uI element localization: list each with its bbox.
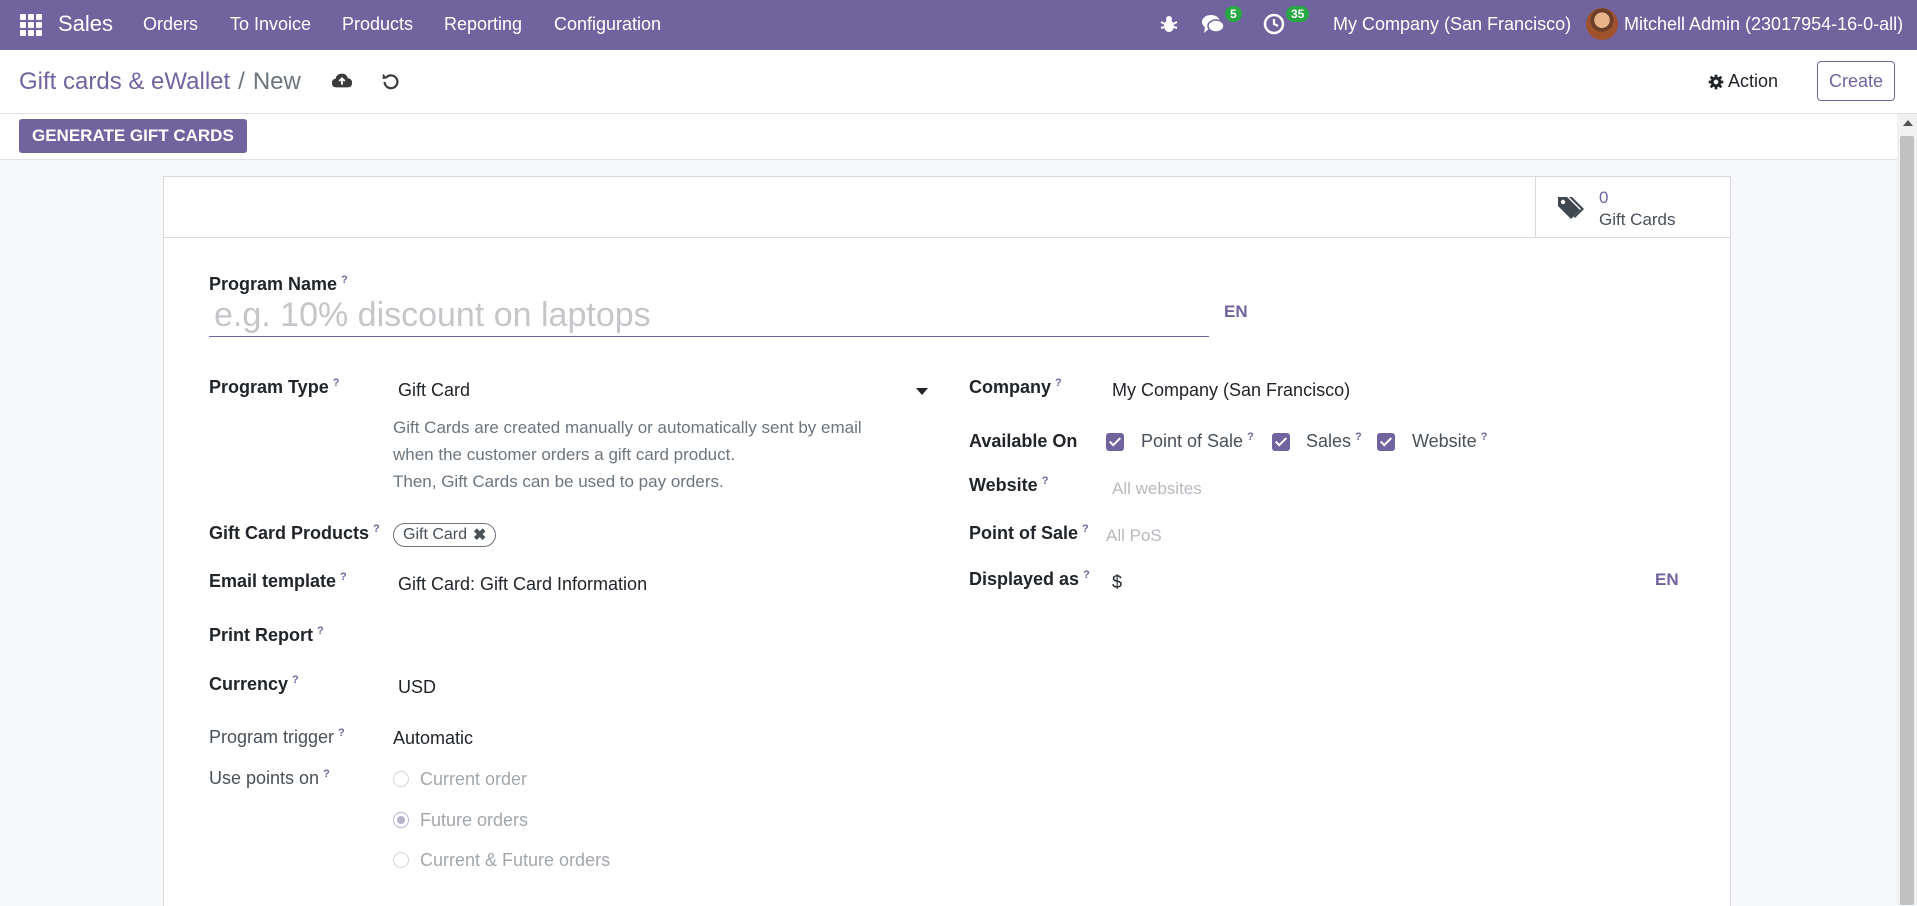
currency-label: Currency?	[209, 674, 299, 694]
currency-field[interactable]: USD	[398, 677, 436, 698]
gear-icon	[1708, 74, 1724, 89]
print-report-label: Print Report?	[209, 625, 324, 645]
remove-tag-icon[interactable]: ✖	[473, 525, 486, 545]
control-panel: Gift cards & eWallet / New Action Create	[0, 50, 1917, 114]
program-trigger-value: Automatic	[393, 728, 474, 748]
website-field[interactable]: All websites	[1112, 479, 1202, 499]
save-cloud-icon[interactable]	[331, 70, 353, 92]
available-on-website-label: Website?	[1412, 431, 1488, 451]
breadcrumb-current: New	[252, 68, 301, 95]
program-type-label: Program Type?	[209, 377, 340, 397]
scroll-thumb[interactable]	[1900, 136, 1914, 905]
program-name-lang-button[interactable]: EN	[1224, 302, 1248, 322]
action-menu-button[interactable]: Action	[1708, 71, 1778, 92]
vertical-scrollbar[interactable]	[1897, 114, 1917, 905]
menu-orders[interactable]: Orders	[143, 14, 198, 35]
breadcrumb-parent[interactable]: Gift cards & eWallet	[19, 68, 230, 95]
available-on-sales-label: Sales?	[1306, 431, 1362, 451]
displayed-as-field[interactable]: $	[1112, 572, 1122, 593]
program-name-label: Program Name?	[209, 274, 348, 294]
program-name-input[interactable]	[209, 295, 1209, 337]
displayed-as-label: Displayed as?	[969, 569, 1090, 589]
user-avatar[interactable]	[1586, 8, 1618, 40]
available-on-pos-label: Point of Sale?	[1141, 431, 1254, 451]
program-type-description: Gift Cards are created manually or autom…	[393, 418, 862, 491]
breadcrumb-separator: /	[238, 68, 245, 95]
activities-count-badge: 35	[1286, 6, 1310, 22]
program-trigger-label: Program trigger?	[209, 727, 345, 747]
tags-icon	[1558, 197, 1584, 219]
gift-cards-stat-button[interactable]: 0 Gift Cards	[1535, 177, 1730, 237]
breadcrumb: Gift cards & eWallet / New	[19, 68, 301, 96]
button-box: 0 Gift Cards	[164, 177, 1730, 238]
gift-cards-label: Gift Cards	[1599, 210, 1676, 229]
point-of-sale-label: Point of Sale?	[969, 523, 1089, 543]
gift-card-products-label: Gift Card Products?	[209, 523, 380, 543]
email-template-label: Email template?	[209, 571, 347, 591]
company-field[interactable]: My Company (San Francisco)	[1112, 380, 1350, 401]
messages-icon[interactable]	[1201, 12, 1225, 36]
apps-menu-icon[interactable]	[20, 14, 42, 36]
user-menu[interactable]: Mitchell Admin (23017954-16-0-all)	[1624, 14, 1903, 35]
radio-future-orders-label: Future orders	[420, 810, 529, 830]
radio-current-order[interactable]	[393, 771, 409, 787]
app-name[interactable]: Sales	[58, 11, 113, 37]
displayed-as-lang-button[interactable]: EN	[1655, 570, 1679, 590]
activity-clock-icon[interactable]	[1262, 12, 1286, 36]
top-navbar: Sales Orders To Invoice Products Reporti…	[0, 0, 1917, 50]
bug-icon[interactable]	[1157, 12, 1181, 36]
point-of-sale-field[interactable]: All PoS	[1106, 526, 1162, 546]
gift-card-product-tag: Gift Card ✖	[393, 523, 497, 547]
radio-future-orders[interactable]	[393, 812, 409, 828]
menu-to-invoice[interactable]: To Invoice	[230, 14, 311, 35]
generate-gift-cards-button[interactable]: GENERATE GIFT CARDS	[19, 119, 247, 153]
menu-reporting[interactable]: Reporting	[444, 14, 522, 35]
messages-count-badge: 5	[1225, 6, 1242, 22]
create-button[interactable]: Create	[1817, 61, 1895, 101]
company-label: Company?	[969, 377, 1062, 397]
checkbox-point-of-sale[interactable]	[1106, 433, 1124, 451]
email-template-field[interactable]: Gift Card: Gift Card Information	[398, 574, 647, 595]
form-sheet: 0 Gift Cards Program Name? EN Program Ty…	[163, 176, 1731, 906]
radio-current-order-label: Current order	[420, 769, 528, 789]
radio-current-future-orders-label: Current & Future orders	[420, 850, 611, 870]
action-label: Action	[1728, 71, 1779, 91]
menu-configuration[interactable]: Configuration	[554, 14, 661, 35]
scroll-up-arrow-icon[interactable]	[1903, 120, 1913, 126]
print-report-field[interactable]	[398, 625, 798, 647]
program-type-caret-icon[interactable]	[916, 388, 928, 395]
checkbox-website[interactable]	[1377, 433, 1395, 451]
available-on-label: Available On	[969, 431, 1078, 451]
gift-cards-count: 0	[1599, 188, 1609, 207]
checkbox-sales[interactable]	[1272, 433, 1290, 451]
menu-products[interactable]: Products	[342, 14, 413, 35]
discard-undo-icon[interactable]	[380, 70, 402, 92]
company-switcher[interactable]: My Company (San Francisco)	[1333, 14, 1571, 35]
form-statusbar: GENERATE GIFT CARDS	[0, 114, 1897, 160]
program-type-select[interactable]: Gift Card	[398, 380, 470, 401]
use-points-on-label: Use points on?	[209, 768, 330, 788]
website-label: Website?	[969, 475, 1049, 495]
radio-current-future-orders[interactable]	[393, 852, 409, 868]
